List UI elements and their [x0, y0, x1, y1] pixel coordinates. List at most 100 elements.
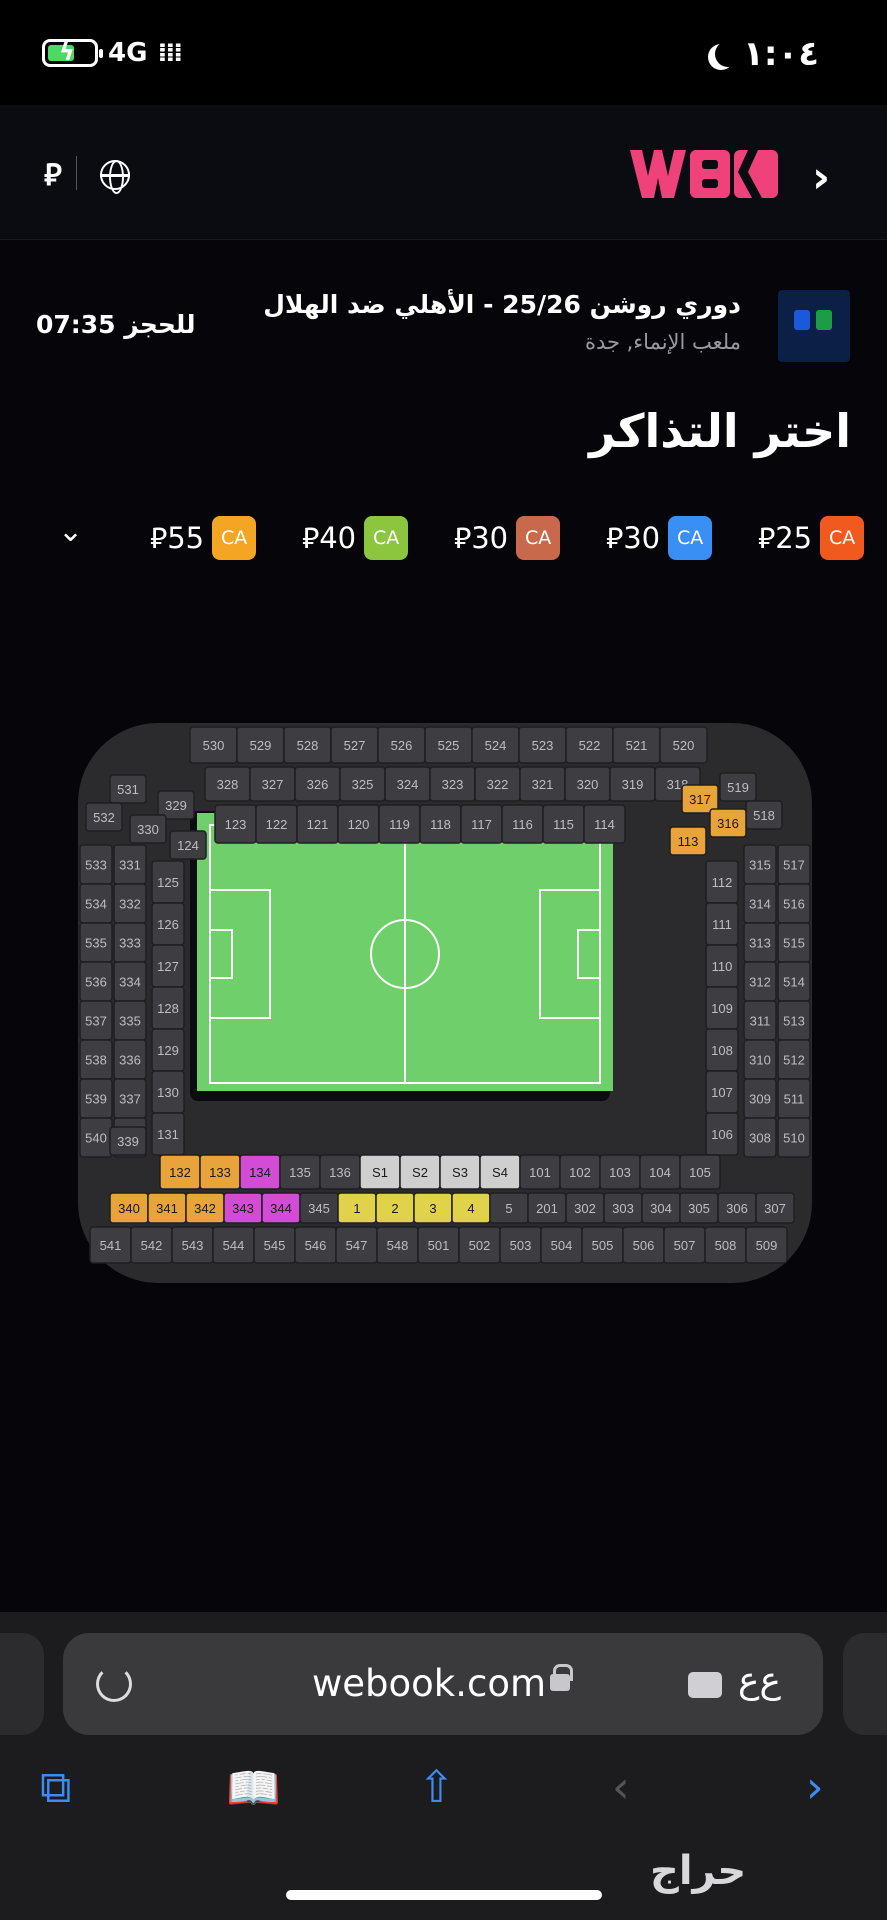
- section-label: 501: [428, 1238, 450, 1253]
- lock-icon: [550, 1664, 573, 1691]
- brand-logo[interactable]: [630, 150, 778, 198]
- section-label: S4: [492, 1165, 508, 1180]
- section-label: 521: [626, 738, 648, 753]
- section-label: 115: [553, 817, 574, 832]
- share-icon[interactable]: ⇧: [418, 1762, 455, 1813]
- section-label: 104: [649, 1165, 671, 1180]
- next-tab-stub[interactable]: [843, 1633, 887, 1735]
- section-label: 508: [715, 1238, 737, 1253]
- chevron-right-icon[interactable]: ›: [812, 152, 830, 203]
- section-label: 503: [510, 1238, 532, 1253]
- section-label: 128: [157, 1001, 179, 1016]
- prev-tab-stub[interactable]: [0, 1633, 44, 1735]
- section-label: 534: [85, 897, 107, 912]
- section-label: 523: [532, 738, 554, 753]
- booking-timer: 07:35 للحجز: [36, 310, 196, 339]
- section-label: S1: [372, 1165, 388, 1180]
- section-label: 515: [783, 936, 805, 951]
- section-label: 127: [157, 959, 179, 974]
- section-label: 535: [85, 936, 107, 951]
- section-label: 528: [297, 738, 319, 753]
- status-right: ١:٠٤: [709, 34, 819, 74]
- extension-icon[interactable]: [688, 1672, 722, 1698]
- currency-icon[interactable]: ⃁: [44, 155, 62, 194]
- price-filter-4[interactable]: ⃁55 CA: [150, 514, 257, 562]
- section-label: 324: [397, 777, 419, 792]
- section-label: 507: [674, 1238, 696, 1253]
- section-label: 328: [217, 777, 239, 792]
- section-label: 119: [389, 817, 410, 832]
- section-label: 329: [165, 798, 187, 813]
- section-label: 547: [346, 1238, 368, 1253]
- section-label: 130: [157, 1085, 179, 1100]
- price-filter-0[interactable]: ⃁25 CA: [758, 514, 865, 562]
- section-label: 344: [270, 1201, 292, 1216]
- price-category-badge: CA: [820, 516, 865, 560]
- section-label: 539: [85, 1092, 107, 1107]
- section-label: 332: [119, 897, 141, 912]
- section-label: 331: [119, 858, 141, 873]
- battery-icon: ϟ: [42, 38, 103, 67]
- section-label: 133: [209, 1165, 231, 1180]
- section-label: 105: [689, 1165, 711, 1180]
- section-label: 306: [726, 1201, 748, 1216]
- section-label: 316: [717, 816, 739, 831]
- section-label: 335: [119, 1014, 141, 1029]
- section-label: 201: [536, 1201, 558, 1216]
- section-label: 304: [650, 1201, 672, 1216]
- section-label: 113: [678, 834, 699, 849]
- url-text[interactable]: webook.com: [312, 1662, 546, 1705]
- event-title: دوري روشن 25/26 - الأهلي ضد الهلال: [263, 290, 741, 319]
- section-label: 123: [225, 817, 247, 832]
- price-filter-1[interactable]: ⃁30 CA: [606, 514, 713, 562]
- stadium-map: 530 529 528 527 526 525 524 523 522 521 520328 327 3…: [78, 723, 812, 1283]
- section-label: 135: [289, 1165, 311, 1180]
- price-category-badge: CA: [212, 516, 257, 560]
- section-label: 315: [749, 858, 771, 873]
- section-label: 134: [249, 1165, 271, 1180]
- event-thumbnail: [778, 290, 850, 362]
- section-label: 545: [264, 1238, 286, 1253]
- price-category-badge: CA: [516, 516, 561, 560]
- tabs-icon[interactable]: ⧉: [40, 1762, 71, 1813]
- price-amount: ⃁30: [454, 521, 509, 555]
- status-bar: ϟ 4G ⁞⁞⁞ ١:٠٤: [0, 0, 887, 105]
- watermark: حراج: [650, 1848, 747, 1894]
- section-label: 132: [169, 1165, 191, 1180]
- section-label: 106: [711, 1127, 733, 1142]
- section-label: 513: [783, 1014, 805, 1029]
- bookmarks-icon[interactable]: 📖: [226, 1762, 281, 1814]
- section-label: 336: [119, 1053, 141, 1068]
- reader-aa-button[interactable]: ع‌ع: [738, 1660, 781, 1701]
- price-filter-3[interactable]: ⃁40 CA: [302, 514, 409, 562]
- section-label: 116: [512, 817, 533, 832]
- section-label: 102: [569, 1165, 591, 1180]
- section-label: 125: [157, 875, 179, 890]
- clock: ١:٠٤: [743, 34, 819, 74]
- reload-icon[interactable]: [96, 1666, 132, 1702]
- section-label: 322: [487, 777, 509, 792]
- section-label: 107: [711, 1085, 733, 1100]
- section-label: 4: [467, 1201, 474, 1216]
- price-amount: ⃁30: [606, 521, 661, 555]
- forward-icon[interactable]: ›: [806, 1762, 824, 1813]
- section-label: 519: [727, 780, 749, 795]
- section-label: 525: [438, 738, 460, 753]
- section-label: 103: [609, 1165, 631, 1180]
- section-label: 327: [262, 777, 284, 792]
- price-filter-2[interactable]: ⃁30 CA: [454, 514, 561, 562]
- section-label: 122: [266, 817, 288, 832]
- section-label: 117: [471, 817, 492, 832]
- section-label: 530: [203, 738, 225, 753]
- section-label: 524: [485, 738, 507, 753]
- section-label: 321: [532, 777, 554, 792]
- globe-icon[interactable]: [100, 160, 130, 194]
- section-label: 526: [391, 738, 413, 753]
- section-label: 341: [156, 1201, 178, 1216]
- section-label: 136: [329, 1165, 351, 1180]
- section-label: 311: [750, 1014, 771, 1029]
- section-label: 517: [783, 858, 805, 873]
- section-label: 323: [442, 777, 464, 792]
- section-label: 101: [529, 1165, 551, 1180]
- section-label: 345: [308, 1201, 330, 1216]
